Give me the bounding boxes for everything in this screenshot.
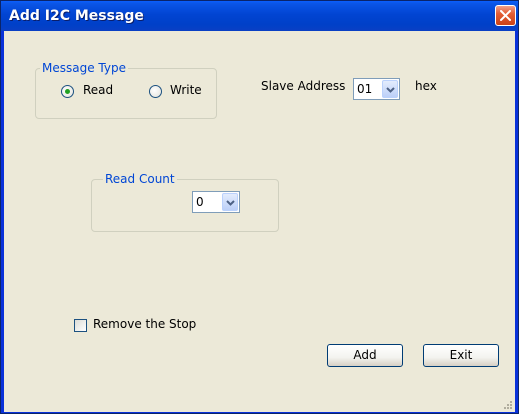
hex-unit-label: hex [415, 79, 437, 93]
dialog-client-area: Message Type Read Write Slave Address 01… [4, 31, 515, 412]
resize-grip-icon[interactable] [503, 400, 513, 410]
remove-stop-label[interactable]: Remove the Stop [93, 317, 196, 331]
remove-stop-checkbox[interactable] [74, 319, 87, 332]
chevron-down-icon [226, 200, 235, 206]
read-count-value: 0 [196, 195, 204, 209]
read-count-group: Read Count 0 [91, 172, 279, 232]
slave-address-label: Slave Address [261, 79, 346, 93]
window-title: Add I2C Message [9, 8, 144, 24]
title-bar[interactable]: Add I2C Message [1, 1, 518, 31]
write-radio-label[interactable]: Write [170, 83, 202, 97]
read-radio-label[interactable]: Read [83, 83, 113, 97]
read-count-dropdown-button[interactable] [222, 193, 238, 211]
radio-selected-dot [65, 89, 70, 94]
chevron-down-icon [386, 87, 395, 93]
read-count-select[interactable]: 0 [192, 191, 240, 213]
add-button[interactable]: Add [327, 344, 403, 367]
read-count-legend: Read Count [103, 172, 177, 186]
close-icon [500, 10, 511, 21]
message-type-group: Message Type Read Write [35, 61, 217, 119]
read-radio[interactable] [61, 85, 74, 98]
slave-address-dropdown-button[interactable] [382, 80, 398, 98]
exit-button[interactable]: Exit [423, 344, 499, 367]
dialog-window: Add I2C Message Message Type Read Write … [0, 0, 519, 414]
write-radio[interactable] [149, 85, 162, 98]
message-type-legend: Message Type [40, 61, 128, 75]
slave-address-value: 01 [357, 82, 373, 96]
close-button[interactable] [495, 5, 516, 26]
slave-address-select[interactable]: 01 [353, 78, 400, 100]
